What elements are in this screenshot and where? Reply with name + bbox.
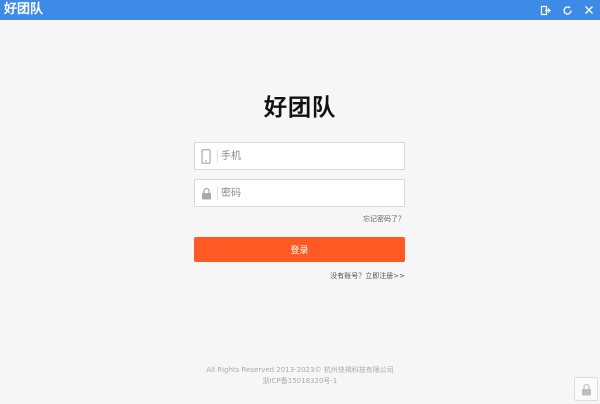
phone-field[interactable] <box>194 142 405 170</box>
forgot-password-link[interactable]: 忘记密码了？ <box>363 214 405 224</box>
phone-input[interactable] <box>221 143 399 169</box>
icp-text: 浙ICP备15018320号-1 <box>262 377 338 385</box>
title-bar: 好团队 <box>0 0 600 20</box>
phone-icon <box>195 143 217 169</box>
restore-button[interactable] <box>534 0 556 20</box>
field-separator <box>217 186 218 200</box>
lock-icon <box>195 180 217 206</box>
close-button[interactable] <box>578 0 600 20</box>
register-row: 没有账号？立即注册>> <box>330 271 405 281</box>
lock-badge[interactable] <box>574 377 598 401</box>
password-field[interactable] <box>194 179 405 207</box>
footer: All Rights Reserved 2013-2023© 杭州快褐科技有限公… <box>0 365 600 387</box>
restore-icon <box>540 5 551 15</box>
refresh-button[interactable] <box>556 0 578 20</box>
close-icon <box>585 6 593 14</box>
brand-logo-text: 好团队 <box>264 95 336 121</box>
field-separator <box>217 149 218 163</box>
app-title: 好团队 <box>4 2 44 17</box>
refresh-icon <box>562 5 572 15</box>
password-input[interactable] <box>221 180 399 206</box>
copyright-text: All Rights Reserved 2013-2023© 杭州快褐科技有限公… <box>206 366 394 374</box>
window-controls <box>534 0 600 20</box>
register-link[interactable]: 没有账号？立即注册>> <box>330 272 405 280</box>
login-button[interactable]: 登录 <box>194 237 405 262</box>
lock-icon <box>581 383 591 395</box>
